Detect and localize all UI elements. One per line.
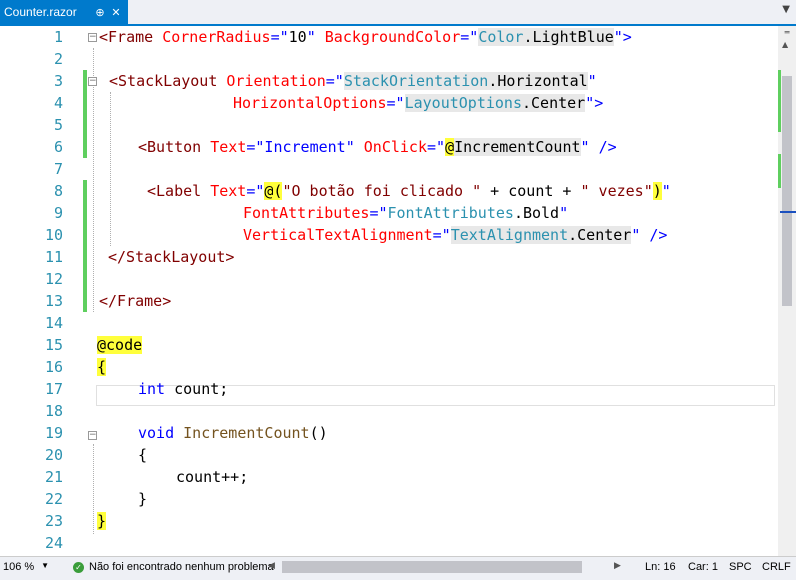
line-number: 1 [53, 28, 63, 46]
zoom-level: 106 % [3, 561, 35, 573]
code-line-3: <StackLayout Orientation="StackOrientati… [109, 72, 597, 90]
code-line-13: </Frame> [99, 292, 172, 310]
code-line-1: <Frame CornerRadius="10" BackgroundColor… [99, 28, 632, 46]
vertical-scrollbar[interactable]: ═ ▲ [778, 26, 796, 556]
line-number: 22 [44, 490, 63, 508]
scroll-right-icon[interactable]: ▶ [614, 561, 621, 571]
line-number: 6 [53, 138, 63, 156]
column-indicator[interactable]: Car: 1 [688, 561, 718, 573]
check-circle-icon[interactable]: ✓ [73, 562, 84, 573]
code-line-16: { [97, 358, 107, 376]
line-number: 20 [44, 446, 63, 464]
line-number: 21 [44, 468, 63, 486]
scroll-thumb[interactable] [782, 76, 792, 306]
tab-counter-razor[interactable]: Counter.razor ⊕ ✕ [0, 0, 128, 24]
line-number: 19 [44, 424, 63, 442]
whitespace-indicator[interactable]: SPC [729, 561, 752, 573]
line-number: 7 [53, 160, 63, 178]
line-number: 18 [44, 402, 63, 420]
tab-dropdown-icon[interactable]: ▼ [782, 4, 790, 15]
change-marker [778, 154, 781, 188]
line-number: 14 [44, 314, 63, 332]
horizontal-scroll-thumb[interactable] [282, 561, 582, 573]
code-line-8: <Label Text="@("O botão foi clicado " + … [147, 182, 671, 200]
line-number: 2 [53, 50, 63, 68]
code-editor[interactable]: − − − 1 2 3 4 5 6 7 8 9 10 11 12 13 14 1… [0, 26, 778, 556]
zoom-dropdown[interactable]: 106 % ▼ [3, 561, 49, 575]
line-number: 13 [44, 292, 63, 310]
line-number: 17 [44, 380, 63, 398]
code-line-20: { [138, 446, 148, 464]
pin-icon[interactable]: ⊕ [92, 6, 108, 19]
scroll-left-icon[interactable]: ◀ [268, 561, 275, 571]
line-number: 3 [53, 72, 63, 90]
line-number: 16 [44, 358, 63, 376]
code-line-4: HorizontalOptions="LayoutOptions.Center"… [233, 94, 604, 112]
line-number: 5 [53, 116, 63, 134]
line-ending-indicator[interactable]: CRLF [762, 561, 791, 573]
line-number: 4 [53, 94, 63, 112]
line-number: 9 [53, 204, 63, 222]
code-line-11: </StackLayout> [108, 248, 235, 266]
line-number: 10 [44, 226, 63, 244]
line-number: 11 [44, 248, 63, 266]
code-line-17: int count; [138, 380, 229, 398]
code-line-9: FontAttributes="FontAttributes.Bold" [243, 204, 569, 222]
close-icon[interactable]: ✕ [108, 6, 124, 19]
line-number: 23 [44, 512, 63, 530]
line-number: 8 [53, 182, 63, 200]
code-line-6: <Button Text="Increment" OnClick="@Incre… [138, 138, 617, 156]
code-line-23: } [97, 512, 107, 530]
tab-title: Counter.razor [4, 5, 77, 19]
status-bar: 106 % ▼ ✓ Não foi encontrado nenhum prob… [0, 556, 796, 580]
issues-status[interactable]: Não foi encontrado nenhum problema [89, 561, 274, 573]
line-number: 24 [44, 534, 63, 552]
scroll-up-icon[interactable]: ▲ [782, 40, 788, 49]
code-line-22: } [138, 490, 148, 508]
code-line-19: void IncrementCount() [138, 424, 328, 442]
line-number: 15 [44, 336, 63, 354]
line-number: 12 [44, 270, 63, 288]
code-line-10: VerticalTextAlignment="TextAlignment.Cen… [243, 226, 668, 244]
caret-position-marker [780, 211, 796, 213]
tab-bar: Counter.razor ⊕ ✕ ▼ [0, 0, 796, 26]
code-line-21: count++; [176, 468, 249, 486]
change-marker [778, 70, 781, 132]
chevron-down-icon: ▼ [41, 561, 49, 570]
split-icon[interactable]: ═ [781, 28, 793, 38]
code-line-15: @code [97, 336, 143, 354]
line-indicator[interactable]: Ln: 16 [645, 561, 676, 573]
